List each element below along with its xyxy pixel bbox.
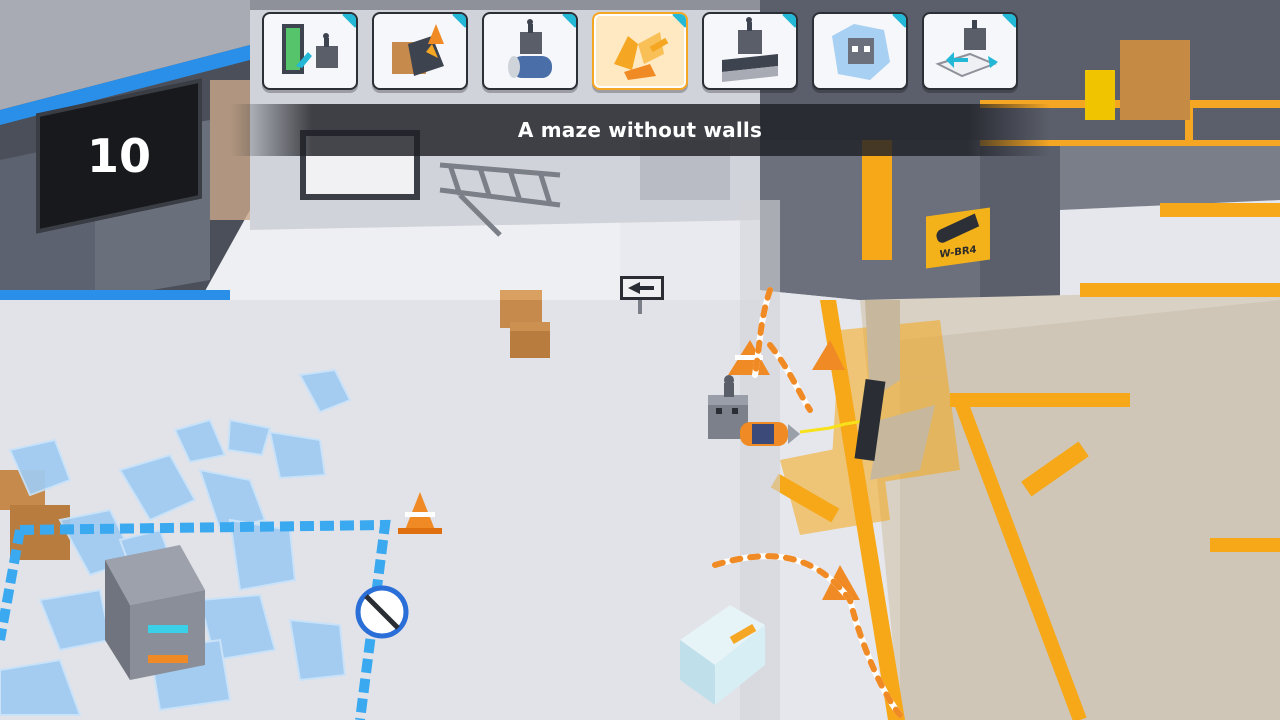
ability-card-4[interactable] [592, 12, 688, 90]
broken-wall-icon [614, 32, 669, 80]
drill-icon [934, 213, 980, 245]
robot-on-platform-icon [935, 20, 998, 78]
exit-door-robot-icon [282, 24, 338, 74]
ability-card-2[interactable] [372, 12, 468, 90]
frozen-robot-icon [832, 24, 890, 80]
robot-on-barrel-icon [508, 19, 552, 78]
robot-on-crusher-icon [722, 17, 778, 82]
wall-label-poster: W-BR4 [926, 207, 990, 269]
subtitle-text: A maze without walls [517, 118, 763, 142]
ability-card-3[interactable] [482, 12, 578, 90]
level-number: 10 [86, 129, 151, 184]
ability-card-1[interactable] [262, 12, 358, 90]
ability-card-6[interactable] [812, 12, 908, 90]
ability-card-7[interactable] [922, 12, 1018, 90]
ability-card-bar [250, 0, 1080, 96]
subtitle-bar: A maze without walls [230, 104, 1050, 156]
ability-card-5[interactable] [702, 12, 798, 90]
wall-label-text: W-BR4 [939, 244, 977, 261]
hazard-crate-icon [392, 24, 444, 76]
